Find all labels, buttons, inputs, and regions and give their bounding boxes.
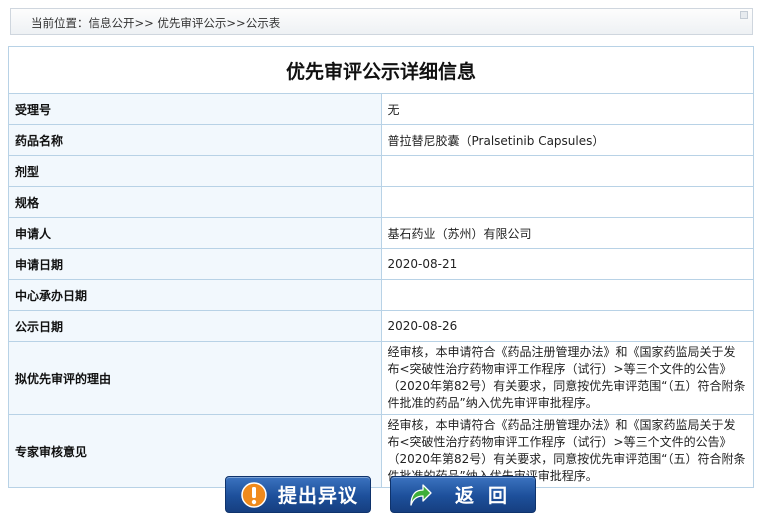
field-label-dosage-form: 剂型 — [8, 155, 382, 187]
field-value-publicity-date: 2020-08-26 — [380, 310, 754, 342]
table-row: 受理号 无 — [8, 93, 754, 125]
raise-objection-label: 提出异议 — [278, 485, 359, 507]
back-button[interactable]: 返回 — [390, 476, 536, 513]
table-row: 中心承办日期 — [8, 279, 754, 311]
field-label-priority-reason: 拟优先审评的理由 — [8, 341, 382, 415]
field-label-specification: 规格 — [8, 186, 382, 218]
corner-mark-icon — [740, 11, 748, 19]
table-row: 申请人 基石药业（苏州）有限公司 — [8, 217, 754, 249]
exclamation-icon — [240, 481, 268, 509]
table-row: 药品名称 普拉替尼胶囊（Pralsetinib Capsules） — [8, 124, 754, 156]
field-label-application-date: 申请日期 — [8, 248, 382, 280]
field-value-priority-reason: 经审核，本申请符合《药品注册管理办法》和《国家药监局关于发布<突破性治疗药物审评… — [380, 341, 754, 415]
field-label-acceptance-no: 受理号 — [8, 93, 382, 125]
breadcrumb: 当前位置：信息公开>> 优先审评公示>>公示表 — [31, 16, 281, 30]
field-value-application-date: 2020-08-21 — [380, 248, 754, 280]
field-value-acceptance-no: 无 — [380, 93, 754, 125]
raise-objection-button[interactable]: 提出异议 — [225, 476, 371, 513]
field-label-center-date: 中心承办日期 — [8, 279, 382, 311]
field-label-publicity-date: 公示日期 — [8, 310, 382, 342]
field-label-drug-name: 药品名称 — [8, 124, 382, 156]
table-row: 拟优先审评的理由 经审核，本申请符合《药品注册管理办法》和《国家药监局关于发布<… — [8, 341, 754, 415]
field-value-dosage-form — [380, 155, 754, 187]
field-label-applicant: 申请人 — [8, 217, 382, 249]
table-row: 专家审核意见 经审核，本申请符合《药品注册管理办法》和《国家药监局关于发布<突破… — [8, 414, 754, 488]
table-row: 规格 — [8, 186, 754, 218]
table-row: 剂型 — [8, 155, 754, 187]
field-value-specification — [380, 186, 754, 218]
table-row: 申请日期 2020-08-21 — [8, 248, 754, 280]
return-arrow-icon — [405, 481, 433, 509]
field-value-applicant: 基石药业（苏州）有限公司 — [380, 217, 754, 249]
detail-table: 优先审评公示详细信息 受理号 无 药品名称 普拉替尼胶囊（Pralsetinib… — [8, 46, 754, 488]
table-row: 公示日期 2020-08-26 — [8, 310, 754, 342]
field-value-drug-name: 普拉替尼胶囊（Pralsetinib Capsules） — [380, 124, 754, 156]
field-value-center-date — [380, 279, 754, 311]
breadcrumb-bar: 当前位置：信息公开>> 优先审评公示>>公示表 — [10, 8, 753, 35]
page-title: 优先审评公示详细信息 — [8, 46, 754, 94]
back-label: 返回 — [455, 485, 522, 507]
